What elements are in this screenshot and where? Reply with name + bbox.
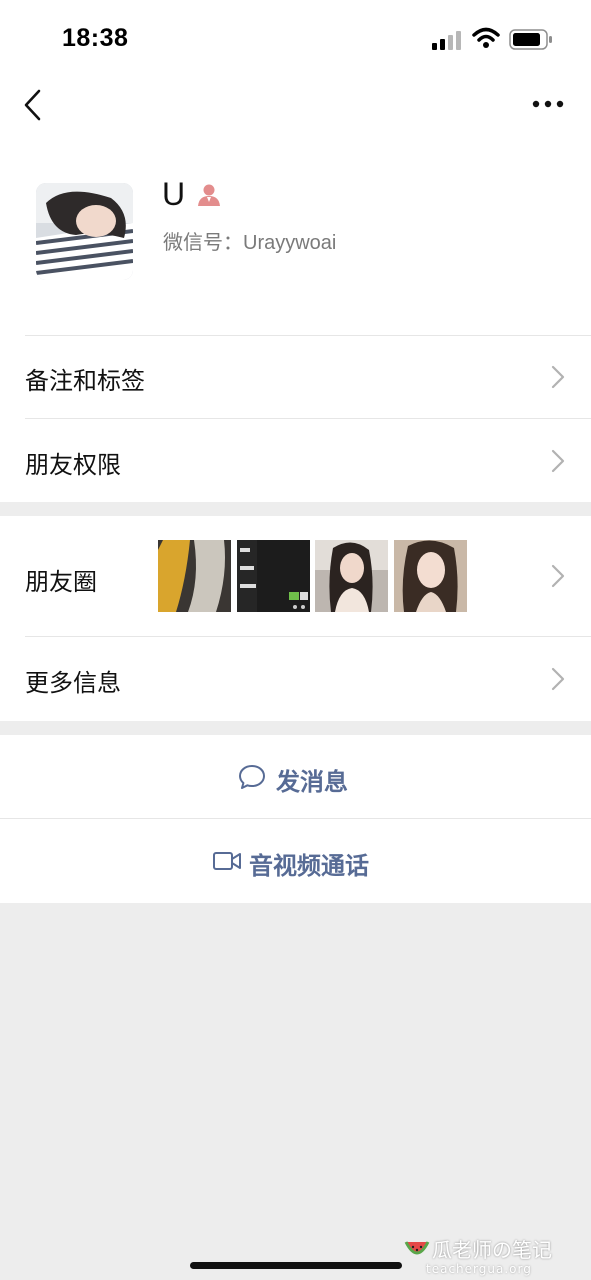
watermark-site: teachergua.org — [426, 1262, 532, 1276]
watermark-title: 瓜老师の笔记 — [432, 1238, 552, 1262]
watermelon-icon — [404, 1241, 430, 1255]
chevron-right-icon — [551, 564, 565, 588]
send-message-label: 发消息 — [276, 768, 348, 796]
chevron-right-icon — [551, 365, 565, 389]
chat-bubble-icon — [239, 765, 265, 789]
more-info-row[interactable]: 更多信息 — [0, 637, 591, 721]
cellular-signal-icon — [432, 31, 461, 50]
send-message-button[interactable]: 发消息 — [0, 735, 591, 819]
back-button[interactable] — [18, 88, 48, 122]
battery-icon — [509, 29, 552, 50]
info-group: 朋友圈 更多信息 — [0, 516, 591, 721]
remarks-tags-row[interactable]: 备注和标签 — [0, 335, 591, 418]
actions-group: 发消息 音视频通话 — [0, 735, 591, 903]
chevron-right-icon — [551, 449, 565, 473]
female-user-icon — [198, 184, 220, 206]
chevron-right-icon — [551, 667, 565, 691]
video-call-button[interactable]: 音视频通话 — [0, 819, 591, 903]
friend-permissions-label: 朋友权限 — [25, 451, 121, 479]
friend-permissions-row[interactable]: 朋友权限 — [0, 419, 591, 502]
avatar[interactable] — [36, 183, 133, 280]
moments-label: 朋友圈 — [25, 568, 97, 596]
moments-photo — [394, 540, 467, 612]
video-camera-icon — [213, 852, 241, 870]
moments-photo — [158, 540, 231, 612]
video-call-label: 音视频通话 — [249, 852, 369, 880]
moments-photo — [315, 540, 388, 612]
more-options-button[interactable] — [528, 92, 568, 116]
home-indicator[interactable] — [190, 1262, 402, 1269]
wifi-icon — [472, 27, 500, 48]
moments-row[interactable]: 朋友圈 — [0, 516, 591, 636]
moments-photo — [237, 540, 310, 612]
watermark: 瓜老师の笔记 teachergua.org — [404, 1234, 574, 1278]
profile-name: U — [162, 176, 186, 212]
remarks-tags-label: 备注和标签 — [25, 367, 145, 395]
more-info-label: 更多信息 — [25, 669, 121, 697]
status-time: 18:38 — [62, 24, 129, 52]
status-bar: 18:38 — [0, 0, 591, 80]
avatar-photo — [36, 183, 133, 280]
settings-group: 备注和标签 朋友权限 — [0, 335, 591, 502]
wechat-id: 微信号：Urayywoai — [163, 232, 337, 254]
